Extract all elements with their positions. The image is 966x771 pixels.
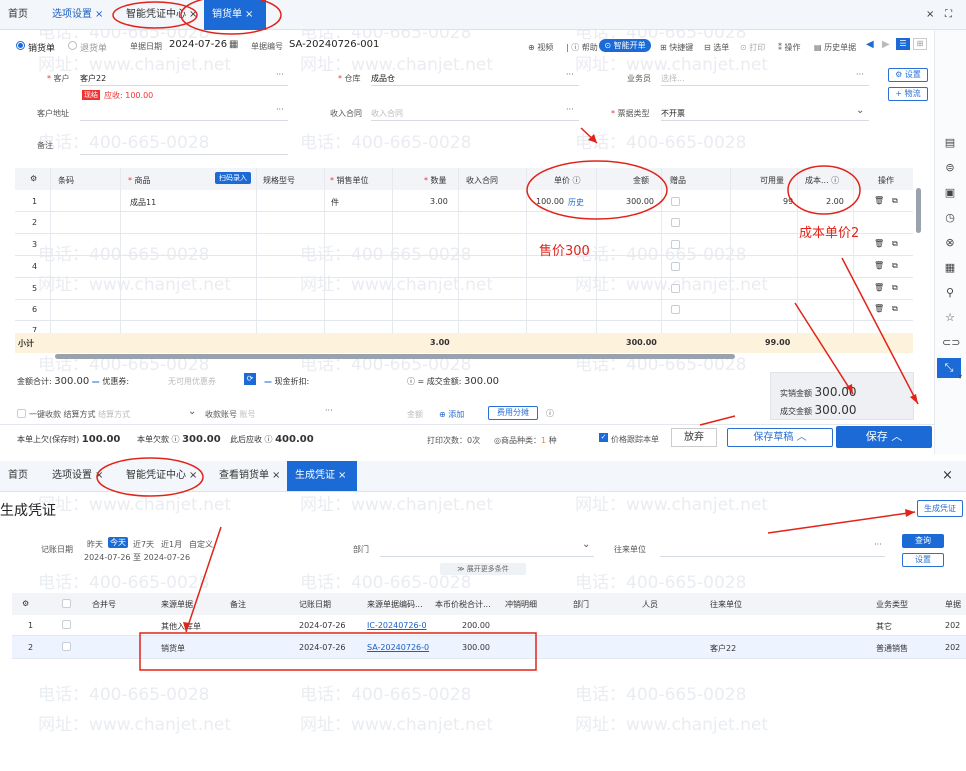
arrow-line	[699, 415, 736, 426]
circle-price-amount	[526, 160, 668, 220]
arrow-line	[841, 257, 919, 405]
highlight-sales-row	[139, 632, 537, 671]
arrow-line	[185, 526, 222, 633]
arrow-head	[905, 509, 915, 517]
circle-voucher-center-tab-bottom	[96, 457, 204, 497]
arrow-head	[183, 622, 190, 632]
arrow-line	[794, 302, 854, 395]
annotation-overlay	[96, 0, 919, 671]
circle-voucher-center-tab	[112, 1, 198, 29]
arrow-head	[910, 394, 918, 404]
circle-cost	[787, 165, 861, 215]
composite-screenshot: 电话：400-665-0028 电话：400-665-0028 电话：400-6…	[0, 0, 966, 771]
arrow-line	[767, 511, 916, 534]
